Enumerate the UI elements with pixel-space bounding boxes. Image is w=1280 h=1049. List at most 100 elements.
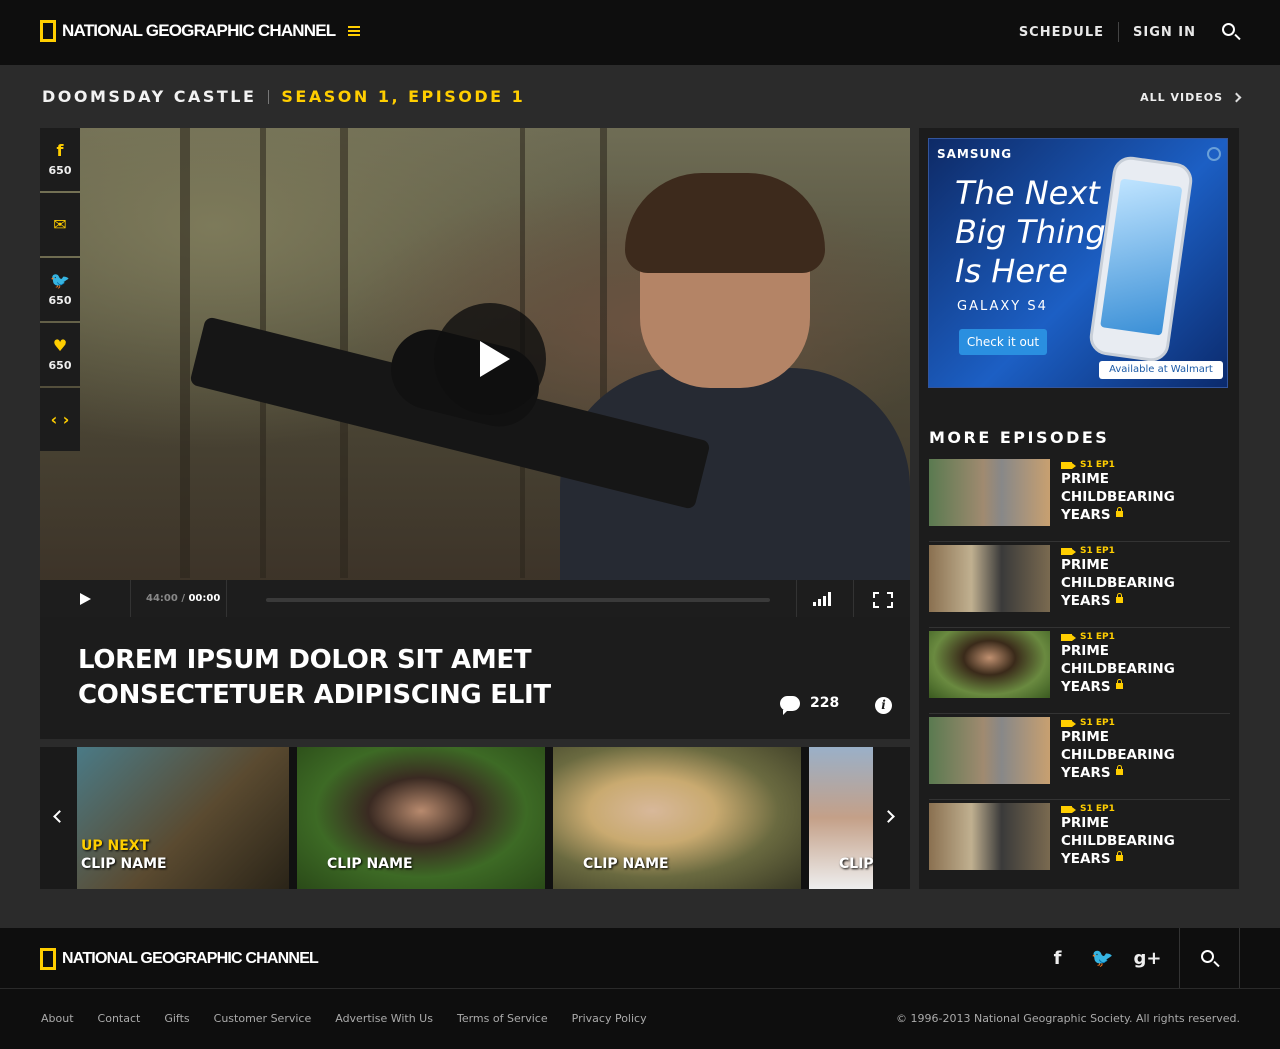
nav-divider	[1118, 22, 1119, 42]
fullscreen-icon[interactable]	[873, 592, 893, 608]
twitter-share-button[interactable]: 🐦 650	[40, 258, 80, 321]
video-player[interactable]: f 650 ✉ 🐦 650 ♥ 650 ‹ › 44:00 / 00:00	[40, 128, 910, 617]
episode-title: PRIME CHILDBEARING YEARS	[1061, 729, 1175, 781]
google-plus-icon[interactable]: g+	[1125, 948, 1170, 969]
clip-thumbnail[interactable]: UP NEXT CLIP NAME	[77, 747, 289, 889]
episode-thumbnail	[929, 717, 1050, 784]
search-icon[interactable]	[1222, 23, 1240, 41]
top-navigation-bar: NATIONAL GEOGRAPHIC CHANNEL SCHEDULE SIG…	[0, 0, 1280, 65]
twitter-count: 650	[48, 294, 72, 307]
ad-cta-button[interactable]: Check it out	[959, 329, 1047, 355]
facebook-icon[interactable]: f	[1035, 948, 1080, 969]
footer-link-advertise[interactable]: Advertise With Us	[335, 1012, 433, 1025]
episode-thumbnail	[929, 803, 1050, 870]
video-camera-icon	[1061, 633, 1076, 641]
footer-link-gifts[interactable]: Gifts	[164, 1012, 189, 1025]
share-bar: f 650 ✉ 🐦 650 ♥ 650 ‹ ›	[40, 128, 80, 453]
episode-item[interactable]: S1 EP1 PRIME CHILDBEARING YEARS	[929, 800, 1230, 886]
clip-caption: CLIP NAME	[327, 855, 413, 873]
episode-label: SEASON 1, EPISODE 1	[281, 87, 526, 106]
envelope-icon: ✉	[53, 214, 67, 234]
episode-meta: S1 EP1	[1061, 718, 1115, 728]
episode-item[interactable]: S1 EP1 PRIME CHILDBEARING YEARS	[929, 714, 1230, 800]
episode-title: PRIME CHILDBEARING YEARS	[1061, 557, 1175, 609]
ad-tagline: The Next Big Thing Is Here	[955, 174, 1106, 290]
facebook-icon: f	[56, 141, 64, 160]
lock-icon	[1115, 765, 1123, 775]
lock-icon	[1115, 507, 1123, 517]
clip-name: CLIP NAME	[327, 856, 413, 872]
nat-geo-logo[interactable]: NATIONAL GEOGRAPHIC CHANNEL	[40, 20, 336, 42]
video-camera-icon	[1061, 719, 1076, 727]
like-button[interactable]: ♥ 650	[40, 323, 80, 386]
video-camera-icon	[1061, 461, 1076, 469]
facebook-share-button[interactable]: f 650	[40, 128, 80, 191]
carousel-prev-button[interactable]	[40, 747, 77, 889]
play-icon	[480, 341, 510, 377]
breadcrumb-divider	[268, 89, 270, 104]
big-play-button[interactable]	[434, 303, 546, 415]
all-videos-link[interactable]: ALL VIDEOS	[1140, 91, 1242, 104]
facebook-count: 650	[48, 164, 72, 177]
clip-thumbnail[interactable]: CLIP NAME	[553, 747, 801, 889]
clip-caption: CLIP NAME	[583, 855, 669, 873]
sign-in-link[interactable]: SIGN IN	[1133, 25, 1196, 40]
clip-thumbnail[interactable]: CLIP NAME	[297, 747, 545, 889]
schedule-link[interactable]: SCHEDULE	[1019, 25, 1104, 40]
clip-caption: UP NEXT CLIP NAME	[81, 837, 167, 873]
episode-title: PRIME CHILDBEARING YEARS	[1061, 471, 1175, 523]
show-title[interactable]: DOOMSDAY CASTLE	[42, 87, 256, 106]
footer-link-privacy[interactable]: Privacy Policy	[572, 1012, 647, 1025]
logo-text: NATIONAL GEOGRAPHIC CHANNEL	[62, 21, 336, 40]
episode-item[interactable]: S1 EP1 PRIME CHILDBEARING YEARS	[929, 628, 1230, 714]
footer-links: About Contact Gifts Customer Service Adv…	[41, 1012, 671, 1025]
yellow-border-icon	[40, 20, 56, 42]
carousel-next-button[interactable]	[873, 747, 910, 889]
yellow-border-icon	[40, 948, 56, 970]
footer-search-button[interactable]	[1179, 928, 1240, 988]
footer-link-contact[interactable]: Contact	[98, 1012, 141, 1025]
twitter-bird-icon: 🐦	[50, 271, 70, 290]
comments-button[interactable]: 228	[780, 695, 839, 715]
advertisement-banner[interactable]: SAMSUNG The Next Big Thing Is Here GALAX…	[928, 138, 1228, 388]
all-videos-label: ALL VIDEOS	[1140, 91, 1223, 104]
search-icon	[1201, 950, 1214, 963]
episode-item[interactable]: S1 EP1 PRIME CHILDBEARING YEARS	[929, 456, 1230, 542]
footer-logo[interactable]: NATIONAL GEOGRAPHIC CHANNEL	[40, 948, 319, 970]
episode-item[interactable]: S1 EP1 PRIME CHILDBEARING YEARS	[929, 542, 1230, 628]
episode-meta: S1 EP1	[1061, 460, 1115, 470]
adchoices-icon[interactable]	[1207, 147, 1221, 161]
sidebar: SAMSUNG The Next Big Thing Is Here GALAX…	[919, 128, 1239, 889]
video-camera-icon	[1061, 805, 1076, 813]
episode-meta: S1 EP1	[1061, 632, 1115, 642]
clip-name: CLIP	[839, 856, 873, 872]
embed-button[interactable]: ‹ ›	[40, 388, 80, 451]
episode-thumbnail	[929, 459, 1050, 526]
footer: NATIONAL GEOGRAPHIC CHANNEL f 🐦 g+ About…	[0, 928, 1280, 1049]
more-episodes-heading: MORE EPISODES	[929, 428, 1110, 447]
clip-thumbnail[interactable]: CLIP	[809, 747, 873, 889]
volume-icon[interactable]	[813, 592, 833, 606]
menu-icon[interactable]	[348, 26, 360, 36]
copyright: © 1996-2013 National Geographic Society.…	[896, 1012, 1240, 1025]
ad-retailer: Available at Walmart	[1099, 361, 1223, 379]
play-control-icon[interactable]	[80, 593, 91, 605]
embed-code-icon: ‹ ›	[50, 409, 70, 429]
current-time-text: 00:00	[188, 593, 221, 604]
heart-icon: ♥	[52, 336, 68, 355]
footer-link-about[interactable]: About	[41, 1012, 74, 1025]
email-share-button[interactable]: ✉	[40, 193, 80, 256]
progress-bar[interactable]	[266, 598, 770, 602]
episode-title: PRIME CHILDBEARING YEARS	[1061, 815, 1175, 867]
ad-brand: SAMSUNG	[937, 147, 1013, 161]
episode-thumbnail	[929, 545, 1050, 612]
clip-caption: CLIP	[839, 855, 873, 873]
info-icon[interactable]: i	[875, 697, 892, 714]
footer-logo-text: NATIONAL GEOGRAPHIC CHANNEL	[62, 950, 319, 967]
video-title: LOREM IPSUM DOLOR SIT AMET CONSECTETUER …	[78, 645, 551, 710]
twitter-icon[interactable]: 🐦	[1080, 948, 1125, 969]
footer-link-terms[interactable]: Terms of Service	[457, 1012, 548, 1025]
chevron-left-icon	[53, 810, 66, 823]
footer-link-customer-service[interactable]: Customer Service	[214, 1012, 312, 1025]
chevron-right-icon	[1231, 92, 1242, 103]
